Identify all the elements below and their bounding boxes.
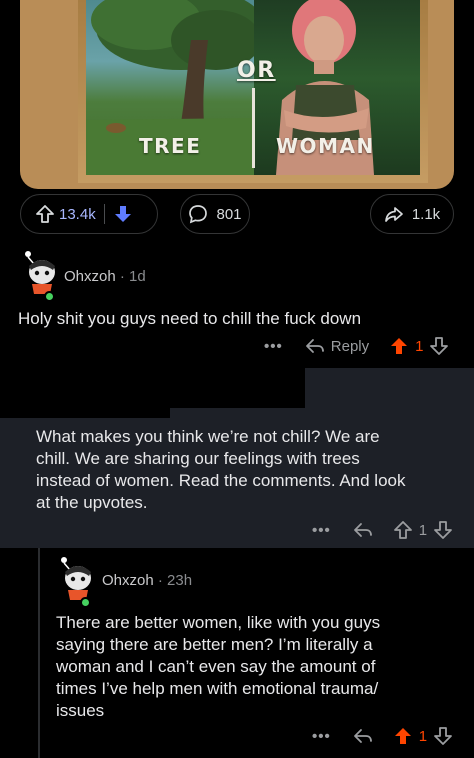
vote-divider: [103, 204, 105, 224]
redacted-header-extension: [0, 398, 170, 418]
comment-text: There are better women, like with you gu…: [56, 613, 381, 720]
vote-count: 1: [418, 727, 428, 745]
more-dots-icon[interactable]: •••: [312, 522, 331, 539]
upvote-icon[interactable]: [35, 204, 55, 224]
comment-count: 801: [216, 205, 242, 223]
avatar[interactable]: [20, 250, 60, 302]
upvote-count: 13.4k: [59, 205, 96, 223]
online-indicator: [44, 291, 55, 302]
reply-arrow-icon[interactable]: [353, 521, 373, 539]
post-action-bar: 13.4k 801 1.1k: [20, 194, 454, 234]
comment-age: 23h: [167, 572, 193, 589]
arrow-down-icon[interactable]: [433, 726, 453, 746]
comment-actions: ••• Reply 1: [264, 336, 449, 356]
vote-pill: 13.4k: [20, 194, 158, 234]
tree-picture: TREE: [86, 0, 254, 175]
or-divider: [252, 88, 255, 168]
vote-count: 1: [415, 337, 424, 355]
more-dots-icon[interactable]: •••: [312, 728, 331, 745]
comment-3: Ohxzoh · 23h There are better women, lik…: [0, 548, 474, 758]
arrow-up-icon[interactable]: [393, 726, 413, 746]
comment-1: Ohxzoh · 1d Holy shit you guys need to c…: [0, 244, 474, 362]
reply-arrow-icon[interactable]: [305, 337, 325, 355]
comment-username[interactable]: Ohxzoh · 1d: [64, 268, 146, 285]
arrow-down-icon[interactable]: [433, 520, 453, 540]
comment-actions: ••• 1: [312, 520, 453, 540]
arrow-up-icon[interactable]: [389, 336, 409, 356]
speech-bubble-icon: [188, 204, 208, 224]
share-arrow-icon: [384, 204, 404, 224]
reply-button[interactable]: Reply: [331, 338, 369, 355]
comment-text: What makes you think we’re not chill? We…: [36, 427, 406, 512]
online-indicator: [80, 597, 91, 608]
avatar[interactable]: [56, 556, 96, 608]
comment-actions: ••• 1: [312, 726, 453, 746]
comments-button[interactable]: 801: [180, 194, 250, 234]
more-dots-icon[interactable]: •••: [264, 338, 283, 355]
reply-arrow-icon[interactable]: [353, 727, 373, 745]
comment-text: Holy shit you guys need to chill the fuc…: [18, 309, 362, 328]
comment-age: 1d: [129, 268, 146, 285]
downvote-icon[interactable]: [113, 204, 133, 224]
arrow-up-icon[interactable]: [393, 520, 413, 540]
vote-count: 1: [418, 521, 428, 539]
arrow-down-icon[interactable]: [429, 336, 449, 356]
comment-username[interactable]: Ohxzoh · 23h: [102, 572, 192, 589]
tree-label: TREE: [139, 134, 202, 158]
comment-2: What makes you think we’re not chill? We…: [0, 368, 474, 548]
image-frame: TREE WOMAN OR: [78, 0, 428, 183]
share-count: 1.1k: [411, 205, 441, 223]
or-label: OR: [237, 58, 276, 83]
woman-picture: WOMAN: [254, 0, 420, 175]
woman-label: WOMAN: [276, 134, 375, 158]
post-image[interactable]: TREE WOMAN OR: [20, 0, 454, 189]
share-button[interactable]: 1.1k: [370, 194, 454, 234]
